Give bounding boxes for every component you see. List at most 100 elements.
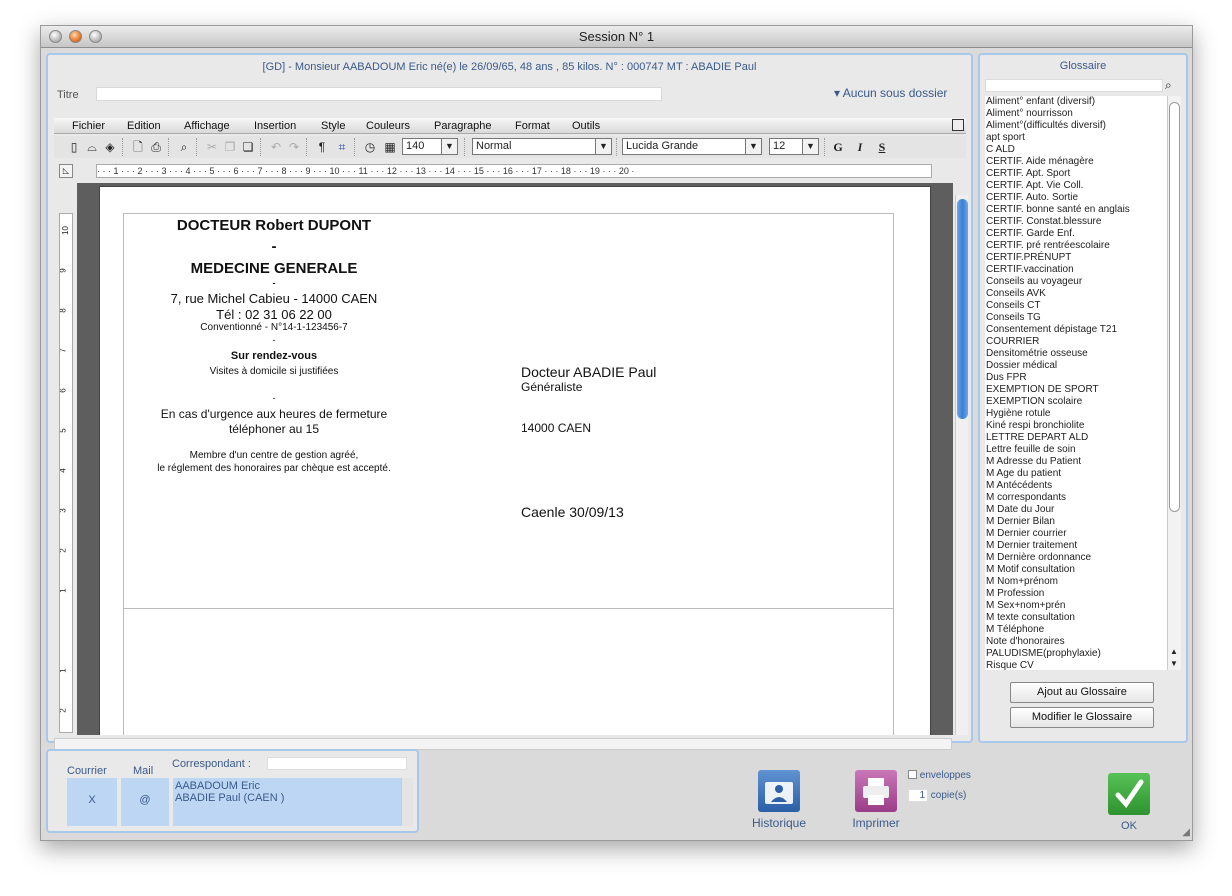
glossary-item[interactable]: M Nom+prénom <box>986 576 1167 588</box>
glossary-item[interactable]: Risque CV <box>986 660 1167 670</box>
mail-toggle[interactable]: @ <box>121 778 169 826</box>
glossary-item[interactable]: Lettre feuille de soin <box>986 444 1167 456</box>
document-area[interactable]: DOCTEUR Robert DUPONT - MEDECINE GENERAL… <box>77 183 953 735</box>
glossary-item[interactable]: CERTIF. Aide ménagère <box>986 156 1167 168</box>
glossary-item[interactable]: Aliment° nourrisson <box>986 108 1167 120</box>
menu-affichage[interactable]: Affichage <box>184 120 230 132</box>
resize-grip-icon[interactable]: ◢ <box>1182 827 1190 838</box>
glossary-item[interactable]: M correspondants <box>986 492 1167 504</box>
zoom-window-button[interactable] <box>89 30 102 43</box>
glossary-item[interactable]: CERTIF.PRÉNUPT <box>986 252 1167 264</box>
cut-icon[interactable]: ✂ <box>204 139 220 155</box>
glossary-item[interactable]: COURRIER <box>986 336 1167 348</box>
glossary-item[interactable]: Consentement dépistage T21 <box>986 324 1167 336</box>
glossary-item[interactable]: EXEMPTION scolaire <box>986 396 1167 408</box>
glossary-item[interactable]: Hygiène rotule <box>986 408 1167 420</box>
enveloppes-checkbox[interactable] <box>908 770 917 779</box>
glossary-item[interactable]: Conseils TG <box>986 312 1167 324</box>
add-to-glossary-button[interactable]: Ajout au Glossaire <box>1010 682 1154 703</box>
menu-insertion[interactable]: Insertion <box>254 120 296 132</box>
font-select[interactable]: Lucida Grande ▼ <box>622 138 762 155</box>
glossary-item[interactable]: CERTIF.vaccination <box>986 264 1167 276</box>
glossary-item[interactable]: CERTIF. Apt. Vie Coll. <box>986 180 1167 192</box>
menu-paragraphe[interactable]: Paragraphe <box>434 120 492 132</box>
glossary-item[interactable]: M Age du patient <box>986 468 1167 480</box>
glossary-item[interactable]: EXEMPTION DE SPORT <box>986 384 1167 396</box>
field-icon[interactable]: ⌗ <box>334 139 350 155</box>
minimize-window-button[interactable] <box>69 30 82 43</box>
glossary-item[interactable]: CERTIF. Garde Enf. <box>986 228 1167 240</box>
italic-button[interactable]: I <box>852 139 868 155</box>
imprimer-button[interactable]: Imprimer <box>838 770 914 830</box>
correspondant-input[interactable] <box>267 757 407 770</box>
menu-fichier[interactable]: Fichier <box>72 120 105 132</box>
document-page[interactable]: DOCTEUR Robert DUPONT - MEDECINE GENERAL… <box>99 186 931 735</box>
title-bar[interactable]: Session N° 1 <box>41 26 1192 48</box>
glossary-item[interactable]: M Sex+nom+prén <box>986 600 1167 612</box>
glossary-item[interactable]: Conseils au voyageur <box>986 276 1167 288</box>
correspondant-list[interactable]: AABADOUM Eric ABADIE Paul (CAEN ) <box>173 778 401 826</box>
scroll-thumb[interactable] <box>957 199 968 419</box>
menu-outils[interactable]: Outils <box>572 120 600 132</box>
glossary-item[interactable]: M Dernier Bilan <box>986 516 1167 528</box>
menu-format[interactable]: Format <box>515 120 550 132</box>
historique-button[interactable]: Historique <box>741 770 817 830</box>
glossary-item[interactable]: Densitométrie osseuse <box>986 348 1167 360</box>
glossary-item[interactable]: M Dernier courrier <box>986 528 1167 540</box>
glossary-item[interactable]: CERTIF. bonne santé en anglais <box>986 204 1167 216</box>
correspondant-scrollbar[interactable] <box>401 778 413 826</box>
menu-couleurs[interactable]: Couleurs <box>366 120 410 132</box>
copy-icon[interactable]: ❐ <box>222 139 238 155</box>
glossary-item[interactable]: Dus FPR <box>986 372 1167 384</box>
horizontal-ruler[interactable]: · · · 1 · · · 2 · · · 3 · · · 4 · · · 5 … <box>96 164 932 178</box>
glossary-scrollbar[interactable]: ▲ ▼ <box>1167 96 1181 670</box>
glossary-item[interactable]: CERTIF. pré rentréescolaire <box>986 240 1167 252</box>
sous-dossier-dropdown[interactable]: ▾ Aucun sous dossier <box>834 86 947 100</box>
glossary-item[interactable]: M texte consultation <box>986 612 1167 624</box>
copies-input[interactable]: 1 <box>908 789 928 802</box>
glossary-item[interactable]: M Antécédents <box>986 480 1167 492</box>
glossary-list[interactable]: Aliment° enfant (diversif) Aliment° nourr… <box>985 96 1167 670</box>
close-window-button[interactable] <box>49 30 62 43</box>
menu-style[interactable]: Style <box>321 120 345 132</box>
courrier-toggle[interactable]: X <box>67 778 117 826</box>
correspondant-item[interactable]: ABADIE Paul (CAEN ) <box>175 792 401 804</box>
glossary-item[interactable]: CERTIF. Constat.blessure <box>986 216 1167 228</box>
glossary-item[interactable]: M Dernière ordonnance <box>986 552 1167 564</box>
scroll-down-icon[interactable]: ▼ <box>1170 659 1178 668</box>
save-icon[interactable]: ◈ <box>102 139 118 155</box>
glossary-item[interactable]: M Téléphone <box>986 624 1167 636</box>
correspondant-item[interactable]: AABADOUM Eric <box>175 780 401 792</box>
redo-icon[interactable]: ↷ <box>286 139 302 155</box>
paste-icon[interactable]: ❏ <box>240 139 256 155</box>
open-folder-icon[interactable]: ⌓ <box>84 139 100 155</box>
glossary-item[interactable]: M Adresse du Patient <box>986 456 1167 468</box>
glossary-item[interactable]: LETTRE DEPART ALD <box>986 432 1167 444</box>
underline-button[interactable]: S <box>874 139 890 155</box>
menu-corner-icon[interactable] <box>952 119 964 131</box>
bold-button[interactable]: G <box>830 139 846 155</box>
print-icon[interactable]: ⎙ <box>148 139 164 155</box>
clock-icon[interactable]: ◷ <box>362 139 378 155</box>
calendar-icon[interactable]: ▦ <box>382 139 398 155</box>
glossary-item[interactable]: Kiné respi bronchiolite <box>986 420 1167 432</box>
search-icon[interactable]: ⌕ <box>1165 78 1172 93</box>
glossary-item[interactable]: Aliment°(difficultés diversif) <box>986 120 1167 132</box>
glossary-item[interactable]: M Motif consultation <box>986 564 1167 576</box>
scroll-thumb[interactable] <box>1169 102 1180 512</box>
glossary-item[interactable]: M Date du Jour <box>986 504 1167 516</box>
glossary-item[interactable]: PALUDISME(prophylaxie) <box>986 648 1167 660</box>
enveloppes-option[interactable]: enveloppes <box>908 770 971 781</box>
ruler-tab-button[interactable]: ◺ <box>59 164 73 178</box>
find-icon[interactable]: ⌕ <box>176 139 192 155</box>
document-vertical-scrollbar[interactable] <box>955 195 968 735</box>
scroll-up-icon[interactable]: ▲ <box>1170 647 1178 656</box>
menu-edition[interactable]: Edition <box>127 120 161 132</box>
undo-icon[interactable]: ↶ <box>268 139 284 155</box>
glossary-item[interactable]: C ALD <box>986 144 1167 156</box>
ok-button[interactable]: OK <box>1107 773 1151 832</box>
glossary-item[interactable]: Note d'honoraires <box>986 636 1167 648</box>
glossary-item[interactable]: M Dernier traitement <box>986 540 1167 552</box>
glossary-item[interactable]: Conseils AVK <box>986 288 1167 300</box>
glossary-item[interactable]: Conseils CT <box>986 300 1167 312</box>
